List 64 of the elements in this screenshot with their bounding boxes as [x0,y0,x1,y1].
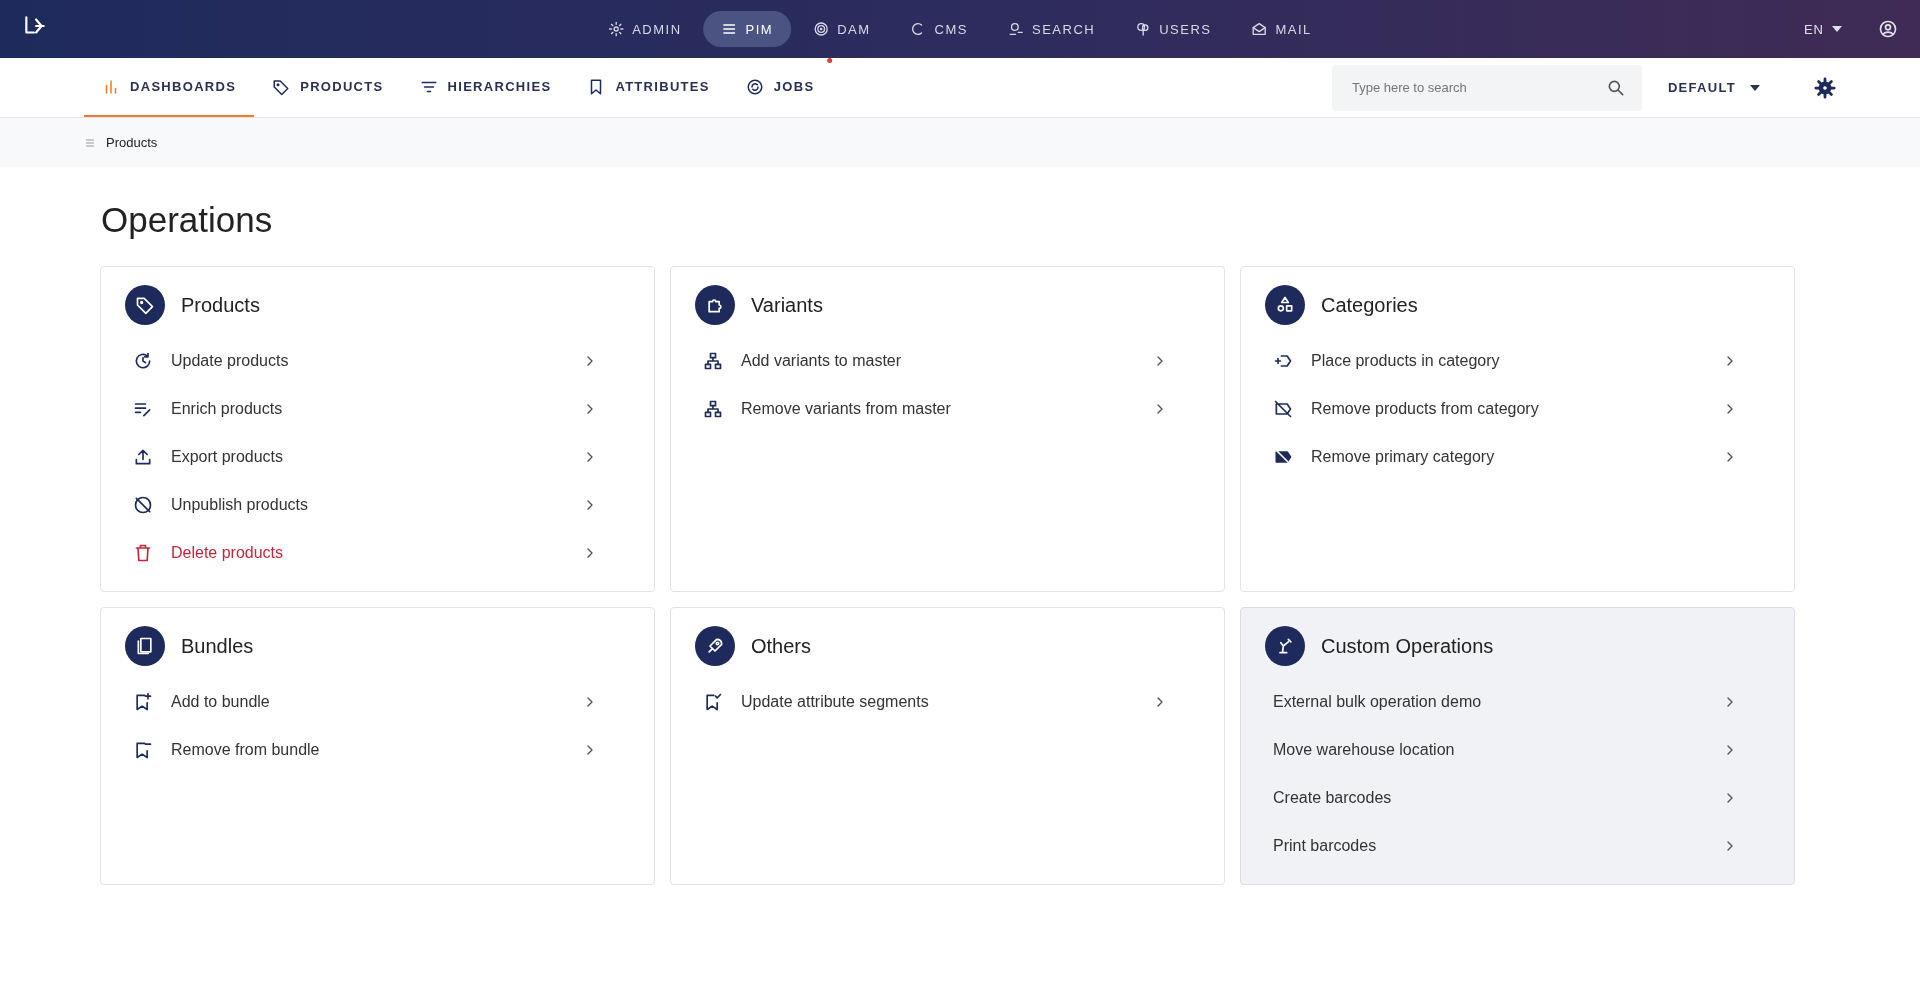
upload-icon [133,447,153,467]
module-tab[interactable]: PIM [703,11,792,47]
operation-link[interactable]: Add to bundle [125,678,630,726]
caret-icon [1750,84,1760,91]
shapes-icon [1275,295,1295,315]
module-tab[interactable]: DAM [795,11,889,47]
module-tab[interactable]: MAIL [1233,11,1330,47]
search-field[interactable]: Type here to search [1331,64,1642,111]
operation-link[interactable]: Place products in category [1265,337,1770,385]
tag-icon [272,77,291,96]
target-icon [813,21,830,37]
card-title: Bundles [181,634,254,658]
gear-icon [608,21,625,37]
operation-link[interactable]: Add variants to master [695,337,1200,385]
language-dropdown[interactable]: EN [1797,20,1848,38]
bookmark-remove-icon [133,740,153,760]
bundle-icon [135,636,155,656]
settings-icon [1814,76,1836,99]
stack-icon [721,21,738,37]
channel-dropdown[interactable]: DEFAULT [1661,79,1766,96]
nav-tab[interactable]: ATTRIBUTES [569,58,728,117]
label-off-icon [1273,399,1293,419]
card-title: Others [751,634,812,658]
hierarchy-icon [703,399,723,419]
operation-link[interactable]: Export products [125,433,630,481]
nav-tab[interactable]: HIERARCHIES [401,58,570,117]
operation-link[interactable]: Enrich products [125,385,630,433]
operation-link[interactable]: Move warehouse location [1265,726,1770,774]
card-title: Variants [751,293,823,317]
operation-link[interactable]: Delete products [125,529,630,577]
module-tab[interactable]: CMS [892,11,986,47]
refresh-clock-icon [133,351,153,371]
operation-link[interactable]: Update attribute segments [695,678,1200,726]
operation-link[interactable]: Unpublish products [125,481,630,529]
page-title: Operations [101,200,274,240]
user-circle-icon [1878,19,1898,39]
envelope-icon [1251,21,1268,37]
sync-circle-icon [745,77,764,96]
nav-tab[interactable]: JOBS [727,58,833,117]
operation-link[interactable]: Remove products from category [1265,385,1770,433]
notification-dot [827,58,833,63]
nav-tab[interactable]: PRODUCTS [254,58,402,117]
operation-link[interactable]: Remove from bundle [125,726,630,774]
caret-icon [1832,26,1842,32]
card-title: Categories [1321,293,1418,317]
card-title: Custom Operations [1321,634,1494,658]
breadcrumb-link[interactable]: Products [106,135,158,150]
trash-icon [133,543,153,563]
operation-link[interactable]: Print barcodes [1265,822,1770,870]
tag-icon [135,295,155,315]
menu-icon [84,136,96,149]
module-tab[interactable]: ADMIN [590,11,700,47]
operation-link[interactable]: Remove primary category [1265,433,1770,481]
bookmark-add-icon [133,692,153,712]
operation-link[interactable]: Update products [125,337,630,385]
module-tab[interactable]: SEARCH [990,11,1114,47]
card-title: Products [181,293,260,317]
operation-link[interactable]: External bulk operation demo [1265,678,1770,726]
module-tab[interactable]: USERS [1117,11,1230,47]
operation-link[interactable]: Remove variants from master [695,385,1200,433]
hidden-icon [133,495,153,515]
bookmark-check-icon [703,692,723,712]
hierarchy-icon [703,351,723,371]
operation-link[interactable]: Create barcodes [1265,774,1770,822]
